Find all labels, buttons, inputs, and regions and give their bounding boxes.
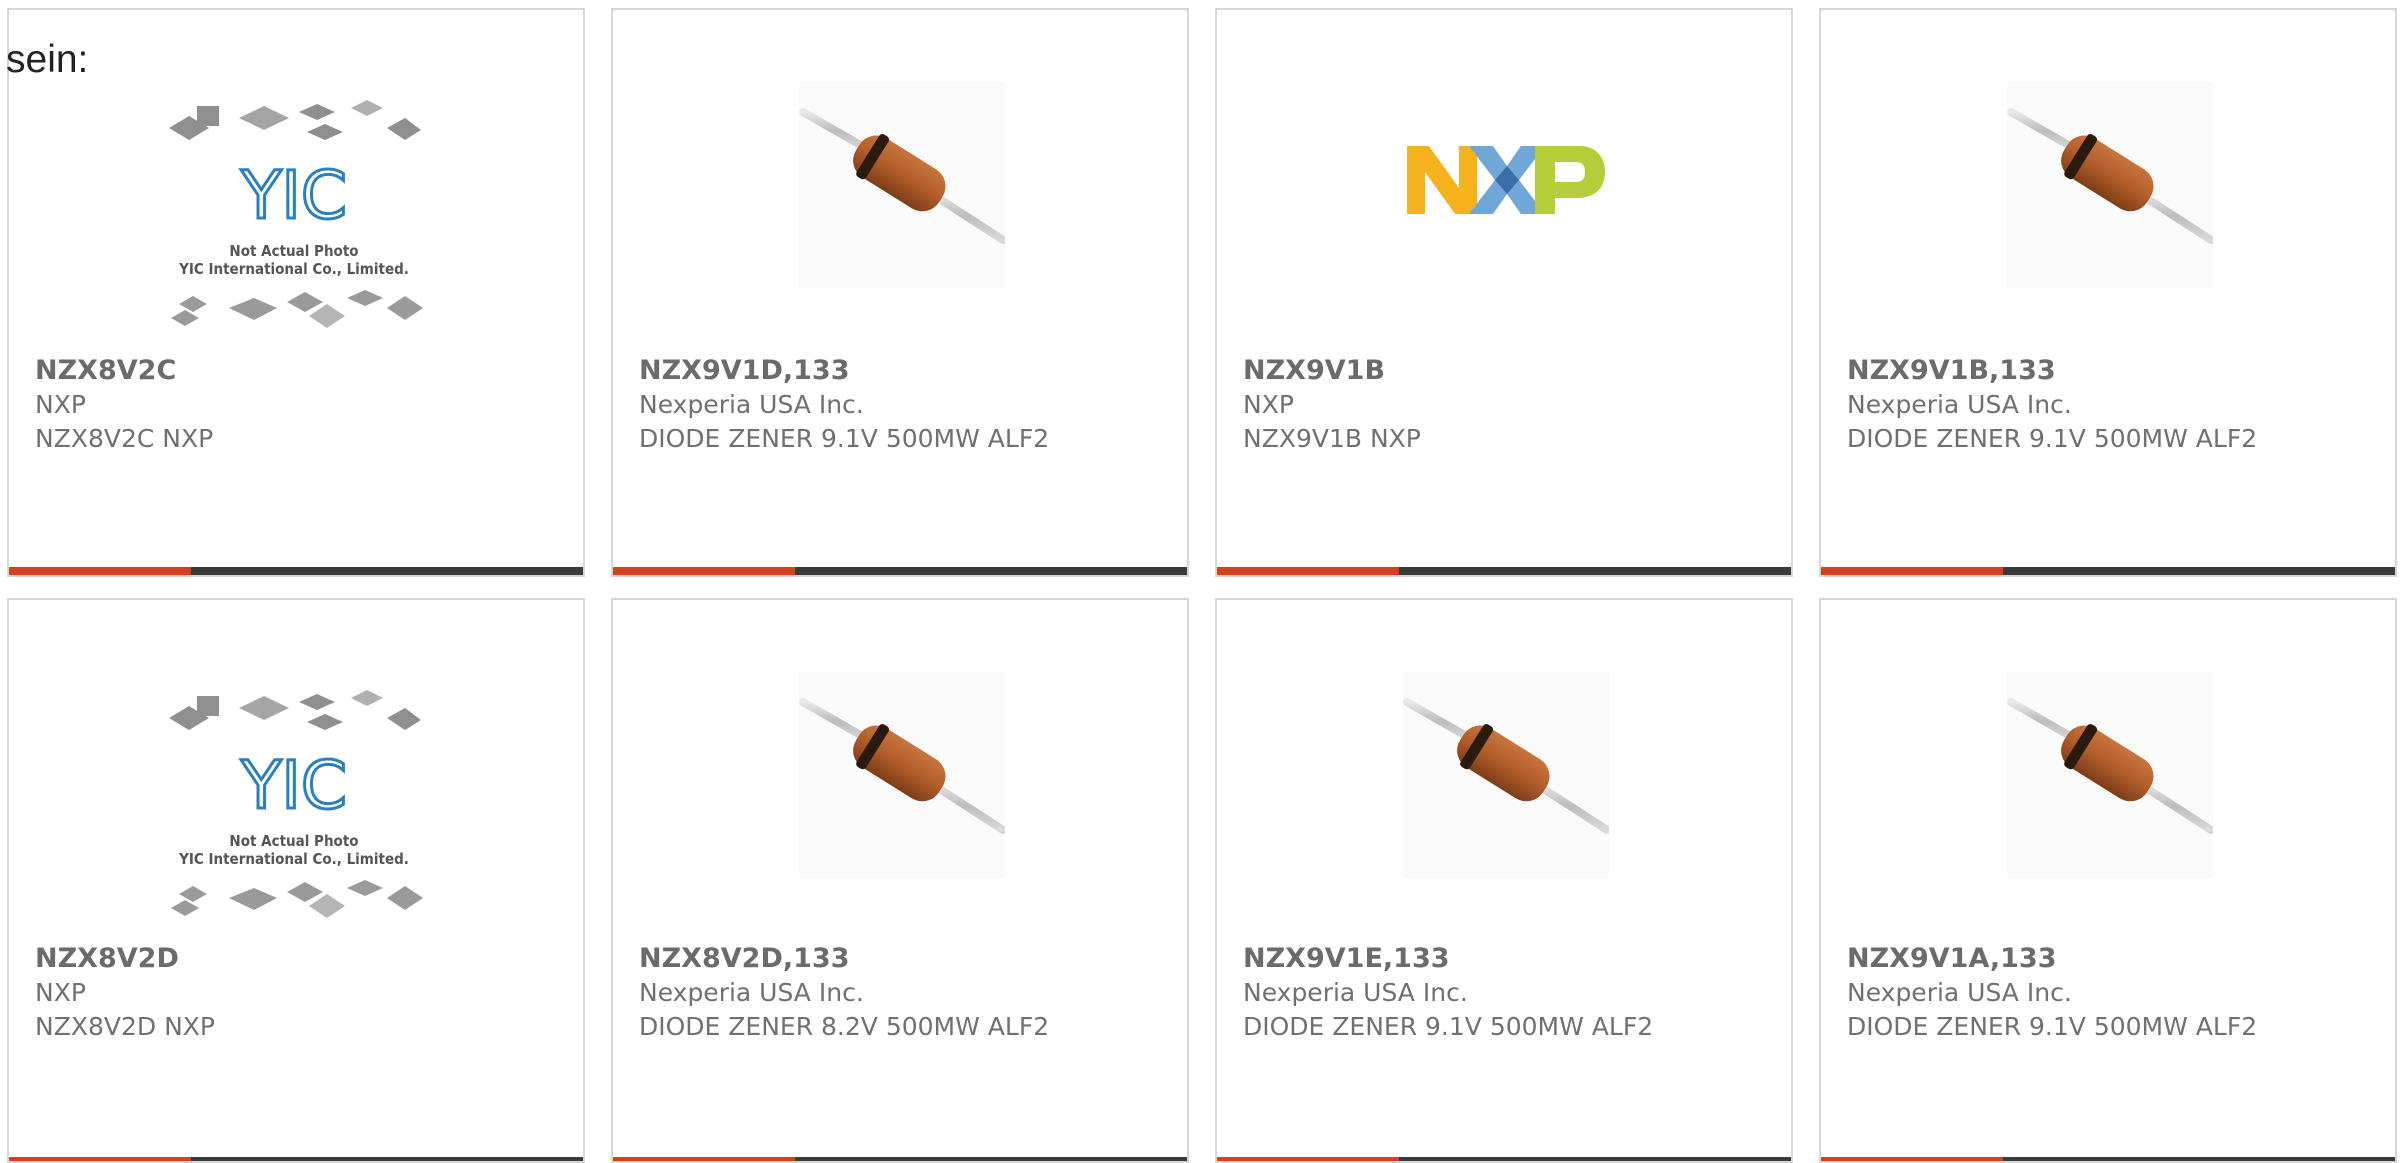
diode-icon [2007, 672, 2213, 878]
product-card[interactable]: YIC Not Actual Photo YIC International C… [7, 8, 585, 577]
product-card[interactable]: NZX9V1E,133 Nexperia USA Inc. DIODE ZENE… [1215, 598, 1793, 1163]
lead-text: sein: [6, 38, 89, 81]
manufacturer: Nexperia USA Inc. [639, 390, 864, 419]
diode-icon [799, 82, 1005, 288]
yic-logo: YIC [240, 747, 347, 824]
part-number[interactable]: NZX8V2D [35, 942, 575, 976]
part-number[interactable]: NZX9V1B [1243, 354, 1783, 388]
card-bar [1821, 1157, 2395, 1161]
caption-line1: Not Actual Photo [229, 242, 358, 260]
caption-line2: YIC International Co., Limited. [178, 850, 409, 868]
part-number[interactable]: NZX9V1D,133 [639, 354, 1179, 388]
product-card[interactable]: NZX9V1B NXP NZX9V1B NXP [1215, 8, 1793, 577]
yic-logo: YIC [240, 157, 347, 234]
card-bar [9, 567, 583, 575]
manufacturer: NXP [35, 978, 86, 1007]
card-bar [9, 1157, 583, 1161]
part-number[interactable]: NZX9V1B,133 [1847, 354, 2387, 388]
part-number[interactable]: NZX8V2C [35, 354, 575, 388]
part-number[interactable]: NZX9V1E,133 [1243, 942, 1783, 976]
nxp-logo-icon [1403, 140, 1609, 220]
part-number[interactable]: NZX9V1A,133 [1847, 942, 2387, 976]
description: DIODE ZENER 8.2V 500MW ALF2 [639, 1012, 1050, 1041]
caption-line2: YIC International Co., Limited. [178, 260, 409, 278]
description: DIODE ZENER 9.1V 500MW ALF2 [1243, 1012, 1654, 1041]
card-bar [1821, 567, 2395, 575]
description: NZX8V2D NXP [35, 1012, 215, 1041]
manufacturer: NXP [35, 390, 86, 419]
description: DIODE ZENER 9.1V 500MW ALF2 [1847, 424, 2258, 453]
description: DIODE ZENER 9.1V 500MW ALF2 [1847, 1012, 2258, 1041]
description: NZX8V2C NXP [35, 424, 214, 453]
part-number[interactable]: NZX8V2D,133 [639, 942, 1179, 976]
product-card[interactable]: NZX9V1D,133 Nexperia USA Inc. DIODE ZENE… [611, 8, 1189, 577]
product-card[interactable]: YIC Not Actual Photo YIC International C… [7, 598, 585, 1163]
manufacturer: Nexperia USA Inc. [1847, 390, 2072, 419]
manufacturer: Nexperia USA Inc. [639, 978, 864, 1007]
description: DIODE ZENER 9.1V 500MW ALF2 [639, 424, 1050, 453]
card-bar [613, 1157, 1187, 1161]
placeholder-icon: YIC Not Actual Photo YIC International C… [159, 98, 429, 348]
caption-line1: Not Actual Photo [229, 832, 358, 850]
diode-icon [1403, 672, 1609, 878]
product-card[interactable]: NZX8V2D,133 Nexperia USA Inc. DIODE ZENE… [611, 598, 1189, 1163]
card-bar [613, 567, 1187, 575]
card-bar [1217, 1157, 1791, 1161]
manufacturer: Nexperia USA Inc. [1243, 978, 1468, 1007]
card-bar [1217, 567, 1791, 575]
placeholder-icon: YIC Not Actual Photo YIC International C… [159, 688, 429, 938]
diode-icon [2007, 82, 2213, 288]
product-card[interactable]: NZX9V1A,133 Nexperia USA Inc. DIODE ZENE… [1819, 598, 2397, 1163]
description: NZX9V1B NXP [1243, 424, 1421, 453]
manufacturer: Nexperia USA Inc. [1847, 978, 2072, 1007]
manufacturer: NXP [1243, 390, 1294, 419]
diode-icon [799, 672, 1005, 878]
product-card[interactable]: NZX9V1B,133 Nexperia USA Inc. DIODE ZENE… [1819, 8, 2397, 577]
